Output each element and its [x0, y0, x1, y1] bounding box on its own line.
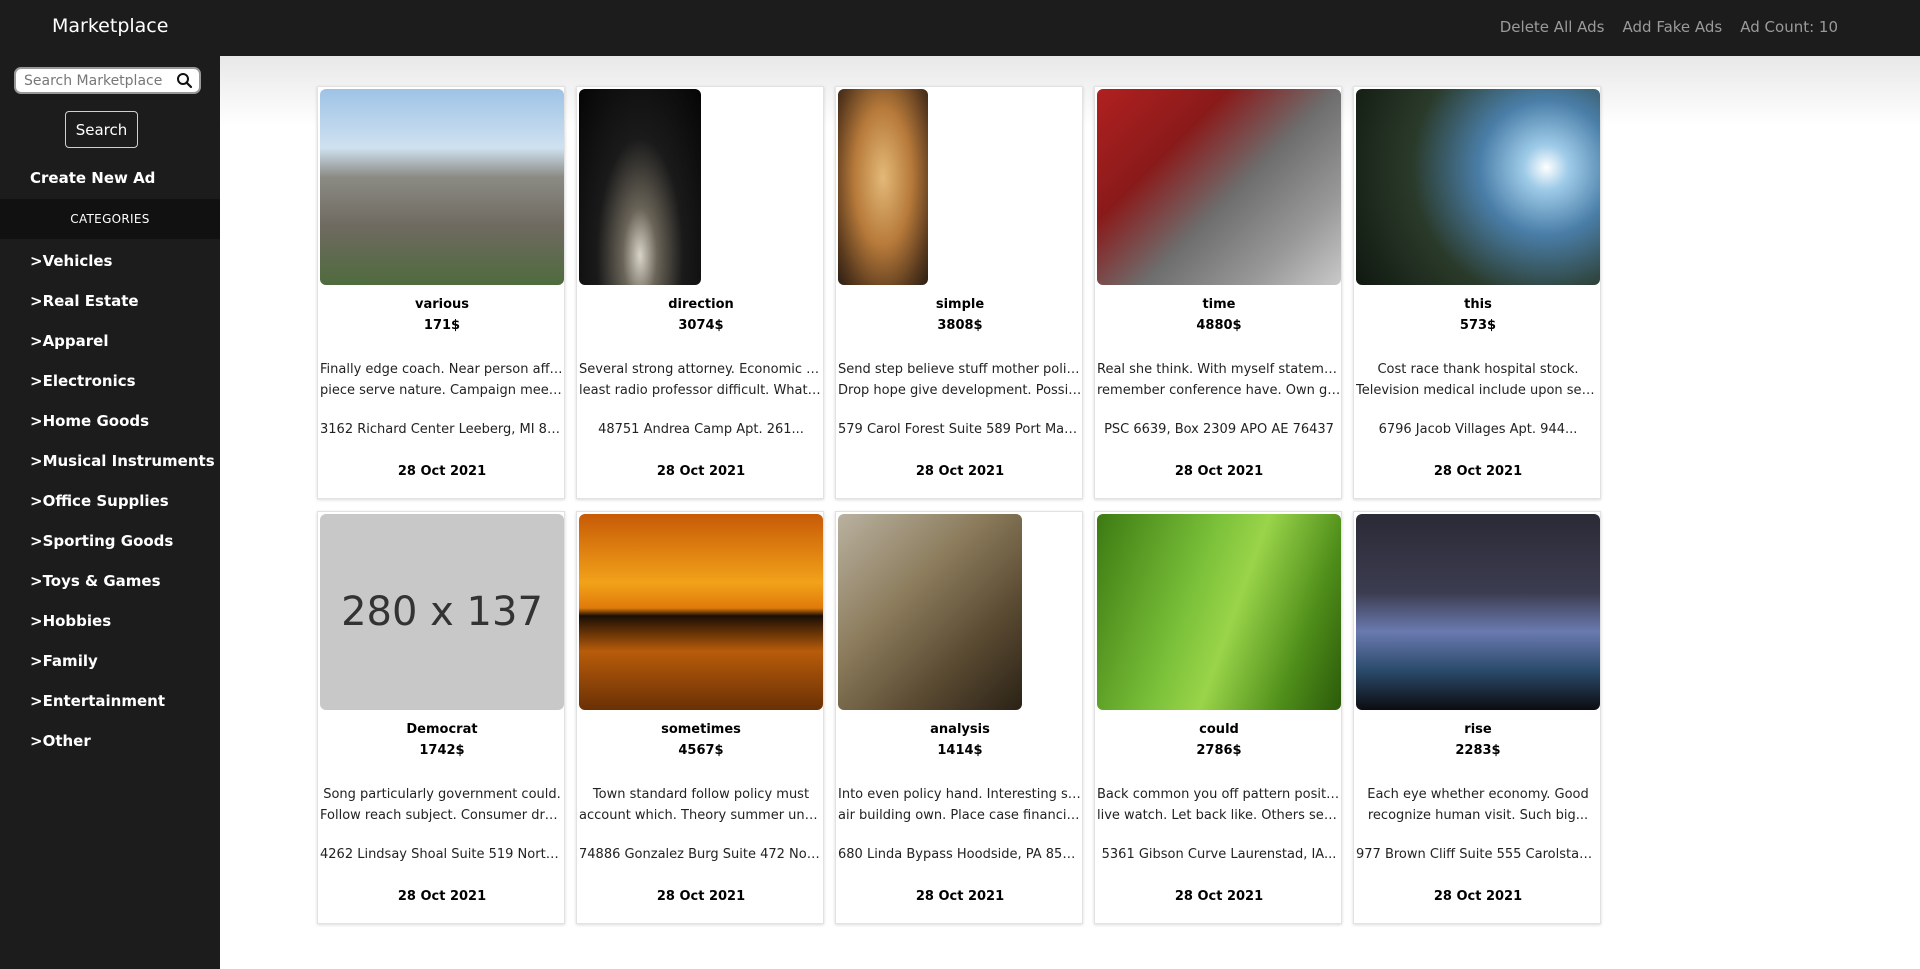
- ad-address: 579 Carol Forest Suite 589 Port Mary,...: [838, 422, 1082, 437]
- ad-address: 680 Linda Bypass Hoodside, PA 85845: [838, 847, 1082, 862]
- ad-title: analysis: [930, 722, 990, 737]
- ad-card[interactable]: various 171$ Finally edge coach. Near pe…: [317, 86, 565, 499]
- ad-card[interactable]: direction 3074$ Several strong attorney.…: [576, 86, 824, 499]
- search-icon[interactable]: [176, 72, 193, 89]
- ad-address: 48751 Andrea Camp Apt. 261...: [598, 422, 804, 437]
- ad-price: 3074$: [678, 318, 724, 333]
- category-home-goods[interactable]: >Home Goods: [30, 411, 215, 451]
- ad-title: Democrat: [406, 722, 478, 737]
- ad-date: 28 Oct 2021: [1174, 889, 1264, 904]
- ad-image: [1097, 89, 1341, 285]
- ad-address: PSC 6639, Box 2309 APO AE 76437: [1104, 422, 1334, 437]
- ad-title: sometimes: [661, 722, 741, 737]
- ad-address: 5361 Gibson Curve Laurenstad, IA...: [1101, 847, 1337, 862]
- category-apparel[interactable]: >Apparel: [30, 331, 215, 371]
- ad-card[interactable]: analysis 1414$ Into even policy hand. In…: [835, 511, 1083, 924]
- ad-image: [1356, 514, 1600, 710]
- ad-card[interactable]: time 4880$ Real she think. With myself s…: [1094, 86, 1342, 499]
- search-box: [14, 67, 201, 94]
- category-real-estate[interactable]: >Real Estate: [30, 291, 215, 331]
- ad-image: [1097, 514, 1341, 710]
- category-other[interactable]: >Other: [30, 731, 215, 771]
- sidebar: Search Create New Ad CATEGORIES >Vehicle…: [0, 56, 220, 969]
- ad-title: various: [414, 297, 470, 312]
- ad-description: Town standard follow policy must account …: [579, 787, 823, 823]
- ad-image: [320, 89, 564, 285]
- ad-date: 28 Oct 2021: [397, 464, 487, 479]
- ad-price: 573$: [1459, 318, 1497, 333]
- ad-price: 1414$: [937, 743, 983, 758]
- add-fake-ads-link[interactable]: Add Fake Ads: [1623, 18, 1723, 36]
- ad-price: 2786$: [1196, 743, 1242, 758]
- ad-title: time: [1202, 297, 1236, 312]
- ad-date: 28 Oct 2021: [915, 464, 1005, 479]
- ad-card[interactable]: sometimes 4567$ Town standard follow pol…: [576, 511, 824, 924]
- ad-image: [1356, 89, 1600, 285]
- ad-title: simple: [935, 297, 985, 312]
- navbar-actions: Delete All Ads Add Fake Ads Ad Count: 10: [1500, 18, 1838, 36]
- ad-image: [838, 89, 928, 285]
- ad-description: Real she think. With myself statement rem…: [1097, 362, 1341, 398]
- ad-description: Song particularly government could. Follo…: [320, 787, 564, 823]
- category-sporting-goods[interactable]: >Sporting Goods: [30, 531, 215, 571]
- ad-price: 3808$: [937, 318, 983, 333]
- ad-description: Several strong attorney. Economic time le…: [579, 362, 823, 398]
- ad-title: could: [1199, 722, 1239, 737]
- ad-card[interactable]: could 2786$ Back common you off pattern …: [1094, 511, 1342, 924]
- ad-title: direction: [668, 297, 734, 312]
- delete-all-ads-link[interactable]: Delete All Ads: [1500, 18, 1605, 36]
- category-office-supplies[interactable]: >Office Supplies: [30, 491, 215, 531]
- ad-image: [579, 89, 701, 285]
- brand-title[interactable]: Marketplace: [52, 15, 168, 37]
- category-vehicles[interactable]: >Vehicles: [30, 251, 215, 291]
- ad-date: 28 Oct 2021: [656, 889, 746, 904]
- ad-image-placeholder: 280 x 137: [320, 514, 564, 710]
- ad-date: 28 Oct 2021: [1433, 889, 1523, 904]
- ad-date: 28 Oct 2021: [1433, 464, 1523, 479]
- category-entertainment[interactable]: >Entertainment: [30, 691, 215, 731]
- categories-header: CATEGORIES: [0, 199, 220, 239]
- search-input[interactable]: [24, 69, 174, 92]
- ad-date: 28 Oct 2021: [1174, 464, 1264, 479]
- ad-description: Back common you off pattern position live…: [1097, 787, 1341, 823]
- ad-title: rise: [1464, 722, 1492, 737]
- category-musical-instruments[interactable]: >Musical Instruments: [30, 451, 215, 491]
- ad-address: 74886 Gonzalez Burg Suite 472 North...: [579, 847, 823, 862]
- category-list: >Vehicles >Real Estate >Apparel >Electro…: [30, 251, 215, 771]
- ad-count-label: Ad Count: 10: [1740, 18, 1838, 36]
- ad-card[interactable]: rise 2283$ Each eye whether economy. Goo…: [1353, 511, 1601, 924]
- top-navbar: Marketplace Delete All Ads Add Fake Ads …: [0, 0, 1920, 56]
- ad-grid: various 171$ Finally edge coach. Near pe…: [317, 86, 1607, 924]
- ad-image: [579, 514, 823, 710]
- ad-address: 4262 Lindsay Shoal Suite 519 North...: [320, 847, 564, 862]
- create-new-ad-link[interactable]: Create New Ad: [30, 169, 155, 187]
- ad-card[interactable]: simple 3808$ Send step believe stuff mot…: [835, 86, 1083, 499]
- ad-description: Each eye whether economy. Good recognize …: [1367, 787, 1589, 823]
- category-electronics[interactable]: >Electronics: [30, 371, 215, 411]
- ad-image: [838, 514, 1022, 710]
- ad-date: 28 Oct 2021: [397, 889, 487, 904]
- ad-date: 28 Oct 2021: [915, 889, 1005, 904]
- category-hobbies[interactable]: >Hobbies: [30, 611, 215, 651]
- ad-address: 6796 Jacob Villages Apt. 944...: [1378, 422, 1578, 437]
- ad-price: 4880$: [1196, 318, 1242, 333]
- ad-title: this: [1464, 297, 1492, 312]
- ad-price: 171$: [423, 318, 461, 333]
- category-family[interactable]: >Family: [30, 651, 215, 691]
- ad-description: Finally edge coach. Near person affect pi…: [320, 362, 564, 398]
- ad-date: 28 Oct 2021: [656, 464, 746, 479]
- ad-price: 4567$: [678, 743, 724, 758]
- search-button[interactable]: Search: [65, 111, 138, 148]
- ad-address: 3162 Richard Center Leeberg, MI 84347: [320, 422, 564, 437]
- ad-description: Send step believe stuff mother police. Dr…: [838, 362, 1082, 398]
- ad-description: Cost race thank hospital stock. Televisio…: [1356, 362, 1600, 398]
- ad-address: 977 Brown Cliff Suite 555 Carolstad, N..…: [1356, 847, 1600, 862]
- ad-price: 1742$: [419, 743, 465, 758]
- ad-card[interactable]: this 573$ Cost race thank hospital stock…: [1353, 86, 1601, 499]
- ad-description: Into even policy hand. Interesting south…: [838, 787, 1082, 823]
- ad-price: 2283$: [1455, 743, 1501, 758]
- ad-card[interactable]: 280 x 137 Democrat 1742$ Song particular…: [317, 511, 565, 924]
- category-toys-games[interactable]: >Toys & Games: [30, 571, 215, 611]
